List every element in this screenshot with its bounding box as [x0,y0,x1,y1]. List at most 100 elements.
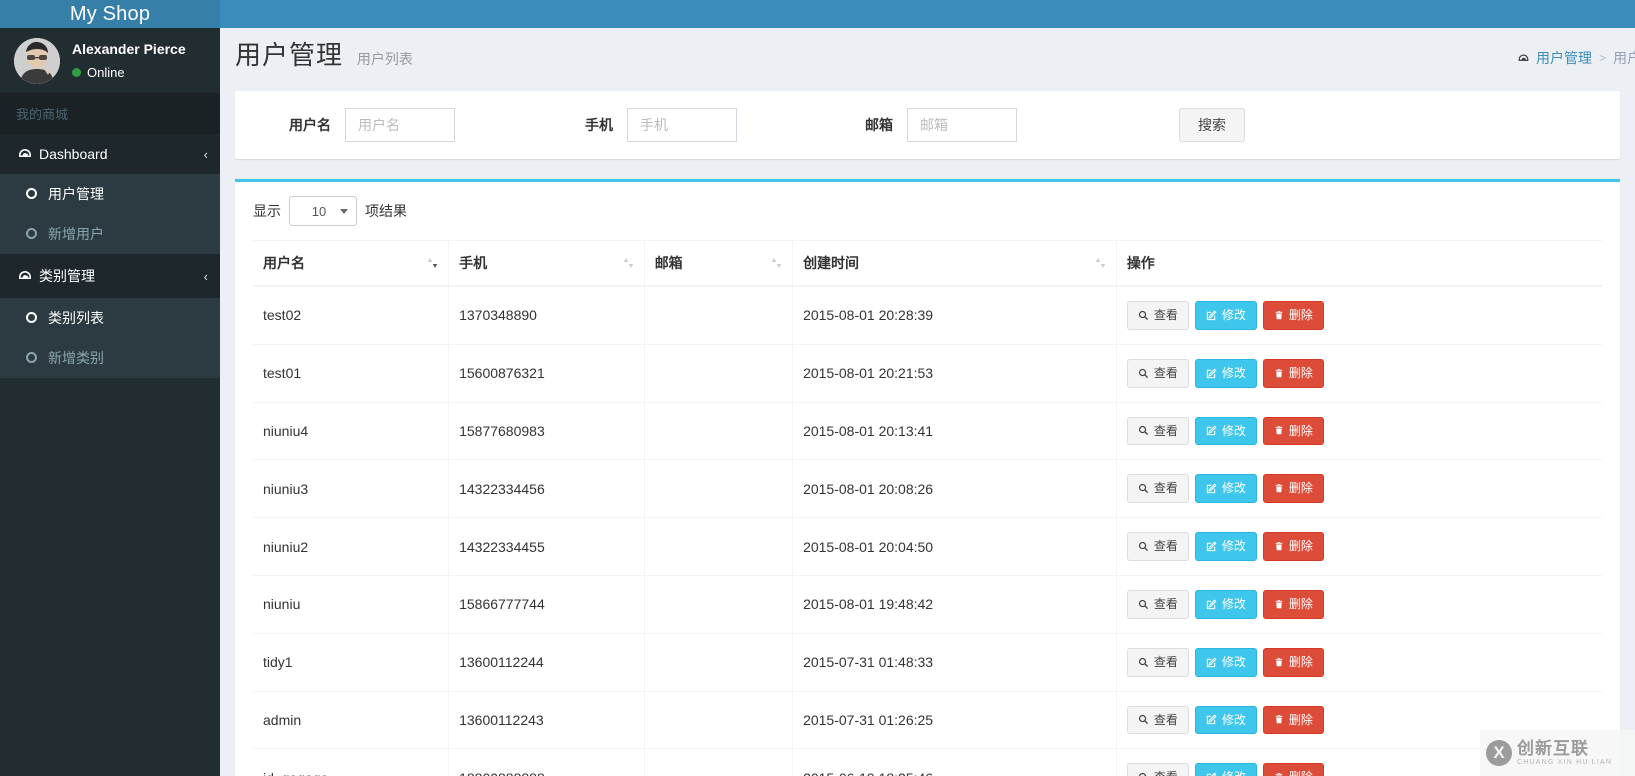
delete-button[interactable]: 删除 [1262,358,1324,388]
edit-button[interactable]: 修改 [1194,763,1257,776]
page-subtitle: 用户列表 [356,51,413,67]
list-item: 用户管理 [0,174,220,214]
action-label: 查看 [1153,481,1178,496]
online-dot-icon [72,67,81,77]
table-header-row: 用户名 手机 邮箱 创建时间 操作 [253,240,1602,287]
action-label: 修改 [1221,308,1246,322]
action-label: 修改 [1221,596,1246,611]
search-input-phone[interactable] [627,108,737,142]
action-label: 修改 [1221,712,1246,727]
table-body: test02 1370348890 2015-08-01 20:28:39 查看 修改删… [253,285,1602,776]
action-buttons: 查看 修改 删除 [1126,532,1592,561]
cell-email [644,517,794,576]
delete-button[interactable]: 删除 [1262,416,1324,446]
delete-button[interactable]: 删除 [1262,705,1324,735]
edit-icon [1206,310,1217,321]
sidebar-item-label: Dashboard [39,146,108,162]
view-button[interactable]: 查看 [1126,705,1189,735]
delete-button[interactable]: 删除 [1262,589,1324,619]
search-input-username[interactable] [345,108,455,142]
view-button[interactable]: 查看 [1126,416,1189,446]
sidebar-item-user-management[interactable]: 用户管理 [0,174,220,214]
view-button[interactable]: 查看 [1126,763,1189,776]
breadcrumb-separator: > [1598,51,1606,65]
delete-button[interactable]: 删除 [1262,647,1324,677]
cell-phone: 15877680983 [448,401,645,460]
edit-button[interactable]: 修改 [1194,705,1257,735]
content-header: 用户管理 用户列表 用户管理 > 用户列表 [220,28,1635,88]
cell-created: 2015-08-01 20:13:41 [792,401,1117,460]
cell-actions: 查看 修改 删除 [1116,459,1602,518]
sidebar-group-category: 类别管理 ‹ 类别列表 新增类别 [0,254,220,378]
page-length-select[interactable]: 10 [289,196,357,226]
page-length-value: 10 [311,203,327,219]
chevron-left-icon: ‹ [203,268,208,284]
edit-button[interactable]: 修改 [1194,589,1257,619]
search-button[interactable]: 搜索 [1179,108,1245,142]
sidebar-item-add-user[interactable]: 新增用户 [0,214,220,254]
trash-icon [1274,541,1284,552]
sidebar-user-panel: Alexander Pierce Online [0,28,220,93]
edit-button[interactable]: 修改 [1194,474,1257,504]
sidebar-item-dashboard[interactable]: Dashboard ‹ [0,134,220,174]
action-label: 修改 [1221,481,1246,496]
action-label: 修改 [1221,423,1246,438]
edit-icon [1206,483,1217,494]
sort-icon [771,256,782,270]
delete-button[interactable]: 删除 [1262,763,1324,776]
breadcrumb: 用户管理 > 用户列表 [1517,48,1635,68]
cell-username: niuniu4 [253,401,450,460]
sidebar-item-category-management[interactable]: 类别管理 ‹ [0,254,220,298]
column-header-username[interactable]: 用户名 [253,240,450,287]
column-label: 手机 [459,255,488,271]
table-row: niuniu4 15877680983 2015-08-01 20:13:41 查看 修… [253,401,1602,460]
view-button[interactable]: 查看 [1126,532,1189,561]
view-button[interactable]: 查看 [1126,647,1189,677]
search-icon [1138,714,1149,725]
column-header-phone[interactable]: 手机 [448,240,645,287]
action-label: 删除 [1288,596,1313,611]
field-email: 邮箱 [865,108,1017,142]
edit-button[interactable]: 修改 [1194,301,1257,330]
edit-button[interactable]: 修改 [1194,358,1257,388]
search-input-email[interactable] [907,108,1017,142]
column-header-created[interactable]: 创建时间 [792,240,1117,287]
sidebar-subitem-label: 新增类别 [48,350,104,366]
view-button[interactable]: 查看 [1126,301,1189,330]
action-label: 查看 [1154,769,1178,776]
brand-logo[interactable]: My Shop [0,0,220,28]
length-prefix-label: 显示 [253,203,281,219]
search-icon [1138,599,1149,610]
sidebar-menu: Dashboard ‹ 用户管理 新增用户 类别管理 ‹ 类别列表 新增类别 [0,134,220,378]
cell-phone: 13600112243 [448,690,645,749]
delete-button[interactable]: 删除 [1262,474,1324,504]
sidebar-subitem-label: 用户管理 [48,186,104,202]
edit-button[interactable]: 修改 [1194,532,1257,561]
cell-actions: 查看 修改 删除 [1116,343,1602,403]
cell-phone: 15600876321 [448,343,645,403]
column-label: 用户名 [263,255,305,271]
content-wrapper: 用户管理 用户列表 用户管理 > 用户列表 [220,28,1635,776]
length-suffix-label: 项结果 [365,203,407,219]
cell-phone: 14322334455 [448,517,645,576]
view-button[interactable]: 查看 [1126,589,1189,619]
column-header-email[interactable]: 邮箱 [644,240,794,287]
delete-button[interactable]: 删除 [1262,301,1324,330]
edit-button[interactable]: 修改 [1194,647,1257,677]
sidebar-item-category-list[interactable]: 类别列表 [0,298,220,338]
cell-created: 2015-08-01 20:28:39 [792,285,1117,345]
edit-button[interactable]: 修改 [1194,416,1257,446]
cell-actions: 查看 修改 删除 [1116,632,1602,692]
action-buttons: 查看 修改 删除 [1126,589,1592,619]
delete-button[interactable]: 删除 [1262,532,1324,561]
cell-actions: 查看 修改 删除 [1116,285,1602,345]
breadcrumb-root-link[interactable]: 用户管理 [1517,48,1592,68]
cell-username: admin [253,690,450,749]
sidebar-item-add-category[interactable]: 新增类别 [0,338,220,378]
view-button[interactable]: 查看 [1126,358,1189,388]
user-info: Alexander Pierce Online [72,40,186,81]
view-button[interactable]: 查看 [1126,474,1189,504]
cell-phone: 14322334456 [448,459,645,518]
circle-o-icon [26,310,48,326]
cell-actions: 查看 修改 删除 [1116,517,1602,576]
